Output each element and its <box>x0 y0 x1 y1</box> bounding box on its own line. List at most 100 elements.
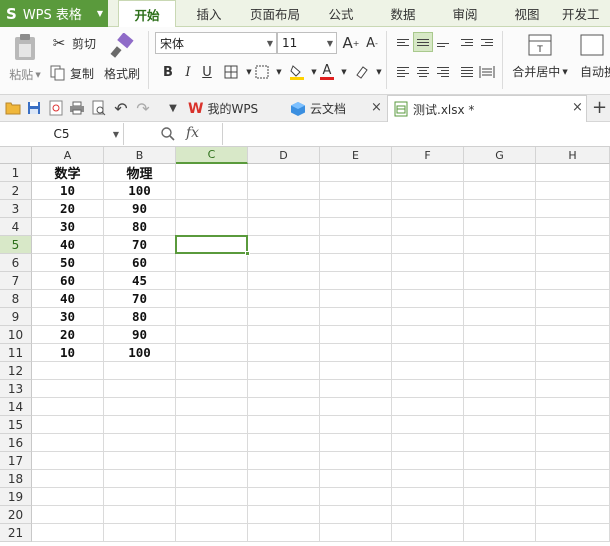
grid-cell[interactable] <box>536 254 610 272</box>
grid-cell[interactable]: 100 <box>104 344 176 362</box>
grid-cell[interactable] <box>176 272 248 290</box>
grid-cell[interactable] <box>176 344 248 362</box>
grid-cell[interactable] <box>536 272 610 290</box>
grid-cell[interactable]: 物理 <box>104 164 176 182</box>
column-header[interactable]: B <box>104 147 176 164</box>
grid-cell[interactable] <box>176 326 248 344</box>
grid-cell[interactable] <box>176 488 248 506</box>
grid-cell[interactable] <box>320 452 392 470</box>
grid-cell[interactable] <box>176 416 248 434</box>
grid-cell[interactable]: 90 <box>104 200 176 218</box>
grid-cell[interactable] <box>248 506 320 524</box>
grid-cell[interactable] <box>392 182 464 200</box>
decrease-indent-icon[interactable] <box>457 32 477 52</box>
grid-cell[interactable] <box>104 362 176 380</box>
grid-cell[interactable] <box>392 380 464 398</box>
row-header[interactable]: 4 <box>0 218 32 236</box>
grid-cell[interactable] <box>464 236 536 254</box>
grid-cell[interactable] <box>392 362 464 380</box>
justify-icon[interactable] <box>457 62 477 82</box>
grid-cell[interactable] <box>248 200 320 218</box>
worksheet-grid[interactable]: A B C D E F G H 1 数学 物理 2 10 100 3 20 90 4 30 80 5 40 70 6 50 60 7… <box>0 147 610 546</box>
grid-cell[interactable] <box>392 200 464 218</box>
column-header[interactable]: E <box>320 147 392 164</box>
grid-cell[interactable] <box>248 326 320 344</box>
grid-cell[interactable] <box>320 182 392 200</box>
grid-cell[interactable] <box>176 290 248 308</box>
grid-cell[interactable] <box>464 182 536 200</box>
row-header[interactable]: 6 <box>0 254 32 272</box>
grid-cell[interactable] <box>248 398 320 416</box>
row-header[interactable]: 10 <box>0 326 32 344</box>
row-header[interactable]: 15 <box>0 416 32 434</box>
grid-cell[interactable]: 60 <box>32 272 104 290</box>
grid-cell[interactable] <box>176 182 248 200</box>
cut-button[interactable]: ✂ 剪切 <box>50 33 96 53</box>
grid-cell[interactable] <box>176 434 248 452</box>
grid-cell[interactable] <box>536 434 610 452</box>
row-header[interactable]: 5 <box>0 236 32 254</box>
grid-cell[interactable] <box>176 200 248 218</box>
distributed-align-icon[interactable] <box>477 62 497 82</box>
grid-cell[interactable] <box>248 344 320 362</box>
grid-cell[interactable] <box>464 164 536 182</box>
tab-formulas[interactable]: 公式 <box>314 0 368 27</box>
grid-cell[interactable] <box>176 254 248 272</box>
save-icon[interactable] <box>25 99 43 117</box>
grid-cell[interactable]: 45 <box>104 272 176 290</box>
grid-cell[interactable] <box>392 434 464 452</box>
grid-cell[interactable] <box>320 164 392 182</box>
grid-cell[interactable] <box>176 470 248 488</box>
row-header[interactable]: 12 <box>0 362 32 380</box>
active-cell-border[interactable] <box>175 235 248 254</box>
grid-cell[interactable] <box>320 506 392 524</box>
grid-cell[interactable] <box>32 398 104 416</box>
copy-button[interactable]: 复制 <box>50 63 94 83</box>
italic-icon[interactable]: I <box>178 62 198 82</box>
grid-cell[interactable] <box>536 344 610 362</box>
doc-tab-cloud[interactable]: 云文档 <box>290 95 380 122</box>
new-tab-icon[interactable]: + <box>592 97 607 118</box>
grid-cell[interactable] <box>392 254 464 272</box>
align-top-icon[interactable] <box>393 32 413 52</box>
grid-cell[interactable] <box>464 200 536 218</box>
grid-cell[interactable] <box>248 308 320 326</box>
column-header[interactable]: F <box>392 147 464 164</box>
row-header[interactable]: 21 <box>0 524 32 542</box>
grid-cell[interactable]: 40 <box>32 236 104 254</box>
grid-cell[interactable] <box>464 470 536 488</box>
grid-cell[interactable] <box>176 362 248 380</box>
grid-cell[interactable] <box>536 326 610 344</box>
grid-cell[interactable] <box>320 272 392 290</box>
grid-cell[interactable] <box>464 398 536 416</box>
grid-cell[interactable] <box>320 380 392 398</box>
grid-cell[interactable] <box>392 398 464 416</box>
row-header[interactable]: 13 <box>0 380 32 398</box>
row-header[interactable]: 11 <box>0 344 32 362</box>
close-tab-icon[interactable]: × <box>371 100 382 115</box>
align-middle-icon[interactable] <box>413 32 433 52</box>
grid-cell[interactable] <box>320 362 392 380</box>
grid-cell[interactable] <box>32 470 104 488</box>
merge-center-button[interactable]: T 合并居中 ▼ <box>508 33 572 89</box>
grid-cell[interactable] <box>320 290 392 308</box>
grid-cell[interactable] <box>32 362 104 380</box>
align-left-icon[interactable] <box>393 62 413 82</box>
grid-cell[interactable] <box>536 452 610 470</box>
redo-icon[interactable]: ↷ <box>134 99 152 118</box>
grid-cell[interactable] <box>392 326 464 344</box>
row-header[interactable]: 3 <box>0 200 32 218</box>
paste-button[interactable]: 粘贴 ▼ <box>8 33 42 89</box>
grid-cell[interactable] <box>248 182 320 200</box>
grid-cell[interactable] <box>248 488 320 506</box>
grid-cell[interactable] <box>392 164 464 182</box>
grid-cell[interactable] <box>464 434 536 452</box>
grid-cell[interactable] <box>392 470 464 488</box>
grid-cell[interactable] <box>248 218 320 236</box>
grid-cell[interactable] <box>320 434 392 452</box>
export-pdf-icon[interactable] <box>47 99 65 117</box>
tab-view[interactable]: 视图 <box>500 0 554 27</box>
row-header[interactable]: 2 <box>0 182 32 200</box>
grid-cell[interactable] <box>392 272 464 290</box>
row-header[interactable]: 16 <box>0 434 32 452</box>
